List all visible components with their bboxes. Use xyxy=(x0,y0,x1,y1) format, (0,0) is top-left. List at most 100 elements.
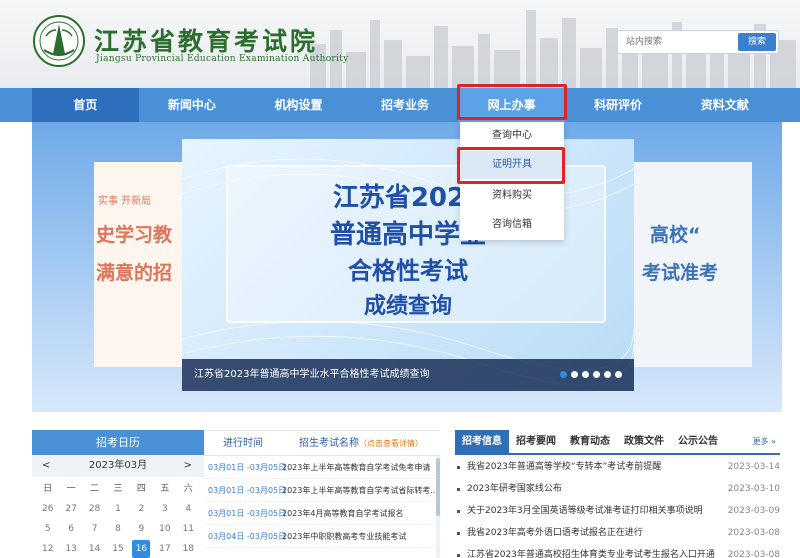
news-date: 2023-03-09 xyxy=(727,506,780,516)
news-item[interactable]: 我省2023年高考外语口语考试报名正在进行 2023-03-08 xyxy=(455,524,780,543)
calendar-weekday: 日 xyxy=(43,484,53,494)
exam-col-name-label: 招生考试名称 xyxy=(299,438,359,449)
site-title: 江苏省教育考试院 xyxy=(94,27,319,56)
calendar-prev-button[interactable]: < xyxy=(42,455,50,477)
side-card-small-text: 实事 开新局 xyxy=(98,196,152,207)
calendar-day[interactable]: 3 xyxy=(153,499,176,519)
news-title[interactable]: 我省2023年普通高等学校“专转本”考试考前提醒 xyxy=(467,458,725,477)
news-date: 2023-03-14 xyxy=(727,462,780,472)
hero-banner: 实事 开新局 史学习教 满意的招 高校“ 考试准考 江苏省2023 普通高中学业… xyxy=(32,122,782,412)
news-title[interactable]: 关于2023年3月全国英语等级考试准考证打印相关事项说明 xyxy=(467,502,725,521)
slide-headline: 成绩查询 xyxy=(363,294,452,319)
calendar-day-today[interactable]: 16 xyxy=(130,539,153,558)
calendar-day[interactable]: 12 xyxy=(36,539,59,558)
carousel-dot[interactable] xyxy=(560,371,567,378)
calendar-day[interactable]: 2 xyxy=(130,499,153,519)
carousel-dot[interactable] xyxy=(582,371,589,378)
calendar-day[interactable]: 6 xyxy=(59,519,82,539)
exam-col-time: 进行时间 xyxy=(223,438,263,449)
exam-row[interactable]: 03月01日 -03月05日 2023年上半年高等教育自学考试省际转考... xyxy=(204,479,440,502)
exam-schedule-list: 进行时间 招生考试名称（点击查看详情） 03月01日 -03月05日 2023年… xyxy=(204,430,440,558)
tab-education-news[interactable]: 教育动态 xyxy=(563,430,617,453)
calendar-day[interactable]: 1 xyxy=(106,499,129,519)
hero-side-card-right[interactable]: 高校“ 考试准考 xyxy=(628,162,752,367)
carousel-dot[interactable] xyxy=(604,371,611,378)
nav-item-admissions[interactable]: 招考业务 xyxy=(352,88,459,122)
calendar-day[interactable]: 26 xyxy=(36,499,59,519)
calendar-day[interactable]: 28 xyxy=(83,499,106,519)
dropdown-item-query-center[interactable]: 查询中心 xyxy=(460,122,564,150)
calendar-day[interactable]: 27 xyxy=(59,499,82,519)
calendar-month: 2023年03月 xyxy=(88,460,148,471)
news-item[interactable]: 2023年研考国家线公布 2023-03-10 xyxy=(455,480,780,499)
tab-policy[interactable]: 政策文件 xyxy=(617,430,671,453)
news-item[interactable]: 我省2023年普通高等学校“专转本”考试考前提醒 2023-03-14 xyxy=(455,458,780,477)
tab-announcements[interactable]: 公示公告 xyxy=(671,430,725,453)
calendar-day[interactable]: 17 xyxy=(153,539,176,558)
dropdown-item-purchase[interactable]: 资料购买 xyxy=(460,182,564,210)
nav-item-documents[interactable]: 资料文献 xyxy=(671,88,778,122)
news-date: 2023-03-08 xyxy=(727,550,780,558)
calendar-weekday: 四 xyxy=(136,484,146,494)
exam-row[interactable]: 03月04日 -03月05日 2023年中职职教高考专业技能考试 xyxy=(204,525,440,548)
calendar-day[interactable]: 5 xyxy=(36,519,59,539)
calendar-weekday: 一 xyxy=(66,484,76,494)
news-item[interactable]: 江苏省2023年普通高校招生体育类专业考试考生报名入口开通 2023-03-08 xyxy=(455,546,780,558)
search-input[interactable] xyxy=(618,31,740,53)
tab-exam-news[interactable]: 招考要闻 xyxy=(509,430,563,453)
exam-name[interactable]: 2023年上半年高等教育自学考试免考申请 xyxy=(282,456,440,478)
nav-item-news-center[interactable]: 新闻中心 xyxy=(139,88,246,122)
calendar-day[interactable]: 18 xyxy=(177,539,200,558)
carousel-dot[interactable] xyxy=(593,371,600,378)
nav-item-organization[interactable]: 机构设置 xyxy=(245,88,352,122)
bullet-icon xyxy=(457,488,460,491)
bullet-icon xyxy=(457,554,460,557)
news-tabs: 招考信息 招考要闻 教育动态 政策文件 公示公告 更多 » xyxy=(455,430,780,455)
side-card-line: 高校“ xyxy=(650,224,701,246)
nav-item-research[interactable]: 科研评价 xyxy=(565,88,672,122)
calendar-day[interactable]: 8 xyxy=(106,519,129,539)
news-title[interactable]: 2023年研考国家线公布 xyxy=(467,480,725,499)
hero-slide[interactable]: 江苏省2023 普通高中学业 合格性考试 成绩查询 江苏省2023年普通高中学业… xyxy=(182,139,634,391)
side-card-line: 史学习教 xyxy=(96,224,173,246)
exam-date: 03月04日 -03月05日 xyxy=(208,532,287,541)
exam-calendar: 招考日历 < 2023年03月 > 日 一 二 三 四 五 六 26 27 28… xyxy=(32,430,204,558)
slide-headline: 江苏省2023 xyxy=(332,183,484,213)
calendar-day[interactable]: 10 xyxy=(153,519,176,539)
carousel-dot[interactable] xyxy=(571,371,578,378)
exam-list-scroll-thumb[interactable] xyxy=(436,458,440,516)
calendar-day[interactable]: 11 xyxy=(177,519,200,539)
highlight-box-nav xyxy=(457,84,567,120)
calendar-day[interactable]: 13 xyxy=(59,539,82,558)
search-button[interactable]: 搜索 xyxy=(738,33,776,51)
carousel-dot[interactable] xyxy=(615,371,622,378)
exam-row[interactable]: 03月01日 -03月05日 2023年上半年高等教育自学考试免考申请 xyxy=(204,456,440,479)
nav-item-home[interactable]: 首页 xyxy=(32,88,139,122)
calendar-grid: 日 一 二 三 四 五 六 26 27 28 1 2 3 4 5 6 7 8 9… xyxy=(32,477,204,558)
exam-name[interactable]: 2023年4月高等教育自学考试报名 xyxy=(282,502,440,524)
exam-date: 03月01日 -03月05日 xyxy=(208,509,287,518)
tab-exam-info[interactable]: 招考信息 xyxy=(455,430,509,453)
exam-name[interactable]: 2023年中职职教高考专业技能考试 xyxy=(282,525,440,547)
news-title[interactable]: 江苏省2023年普通高校招生体育类专业考试考生报名入口开通 xyxy=(467,546,725,558)
calendar-next-button[interactable]: > xyxy=(184,455,192,477)
dropdown-item-mailbox[interactable]: 咨询信箱 xyxy=(460,211,564,239)
exam-col-tag: （点击查看详情） xyxy=(359,439,423,448)
exam-row[interactable]: 03月01日 -03月05日 2023年4月高等教育自学考试报名 xyxy=(204,502,440,525)
slide-headline: 普通高中学业 xyxy=(329,220,486,250)
calendar-day[interactable]: 14 xyxy=(83,539,106,558)
news-more-link[interactable]: 更多 » xyxy=(753,436,776,447)
calendar-weekday: 五 xyxy=(160,484,170,494)
calendar-day[interactable]: 7 xyxy=(83,519,106,539)
news-item[interactable]: 关于2023年3月全国英语等级考试准考证打印相关事项说明 2023-03-09 xyxy=(455,502,780,521)
news-title[interactable]: 我省2023年高考外语口语考试报名正在进行 xyxy=(467,524,725,543)
bullet-icon xyxy=(457,466,460,469)
calendar-day[interactable]: 4 xyxy=(177,499,200,519)
slide-caption[interactable]: 江苏省2023年普通高中学业水平合格性考试成绩查询 xyxy=(194,359,429,391)
news-date: 2023-03-08 xyxy=(727,528,780,538)
calendar-day[interactable]: 9 xyxy=(130,519,153,539)
calendar-day[interactable]: 15 xyxy=(106,539,129,558)
side-card-line: 考试准考 xyxy=(642,262,719,284)
exam-list-header: 进行时间 招生考试名称（点击查看详情） xyxy=(204,431,440,456)
exam-name[interactable]: 2023年上半年高等教育自学考试省际转考... xyxy=(282,479,440,501)
